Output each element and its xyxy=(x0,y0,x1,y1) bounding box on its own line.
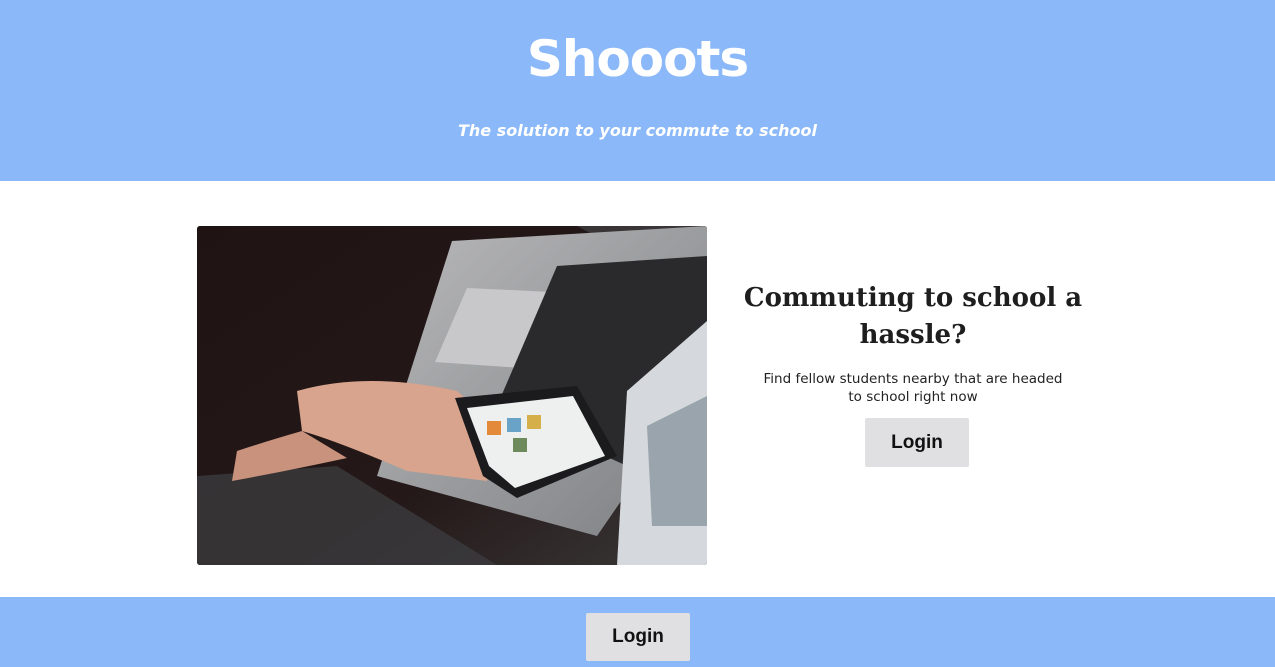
hero-heading: Commuting to school a hassle? xyxy=(743,280,1083,354)
hero-heading-line2: hassle? xyxy=(859,320,967,350)
site-header: Shooots The solution to your commute to … xyxy=(0,0,1275,181)
tagline: The solution to your commute to school xyxy=(457,121,818,140)
hero-description: Find fellow students nearby that are hea… xyxy=(763,371,1063,405)
site-footer: Login xyxy=(0,597,1275,667)
hero-photo xyxy=(197,226,707,565)
hero-login-button[interactable]: Login xyxy=(865,418,969,467)
footer-login-button[interactable]: Login xyxy=(586,613,690,661)
hero-pitch: Commuting to school a hassle? Find fello… xyxy=(743,280,1083,406)
brand-logo-text: Shooots xyxy=(526,30,749,88)
hero-heading-line1: Commuting to school a xyxy=(743,283,1083,313)
